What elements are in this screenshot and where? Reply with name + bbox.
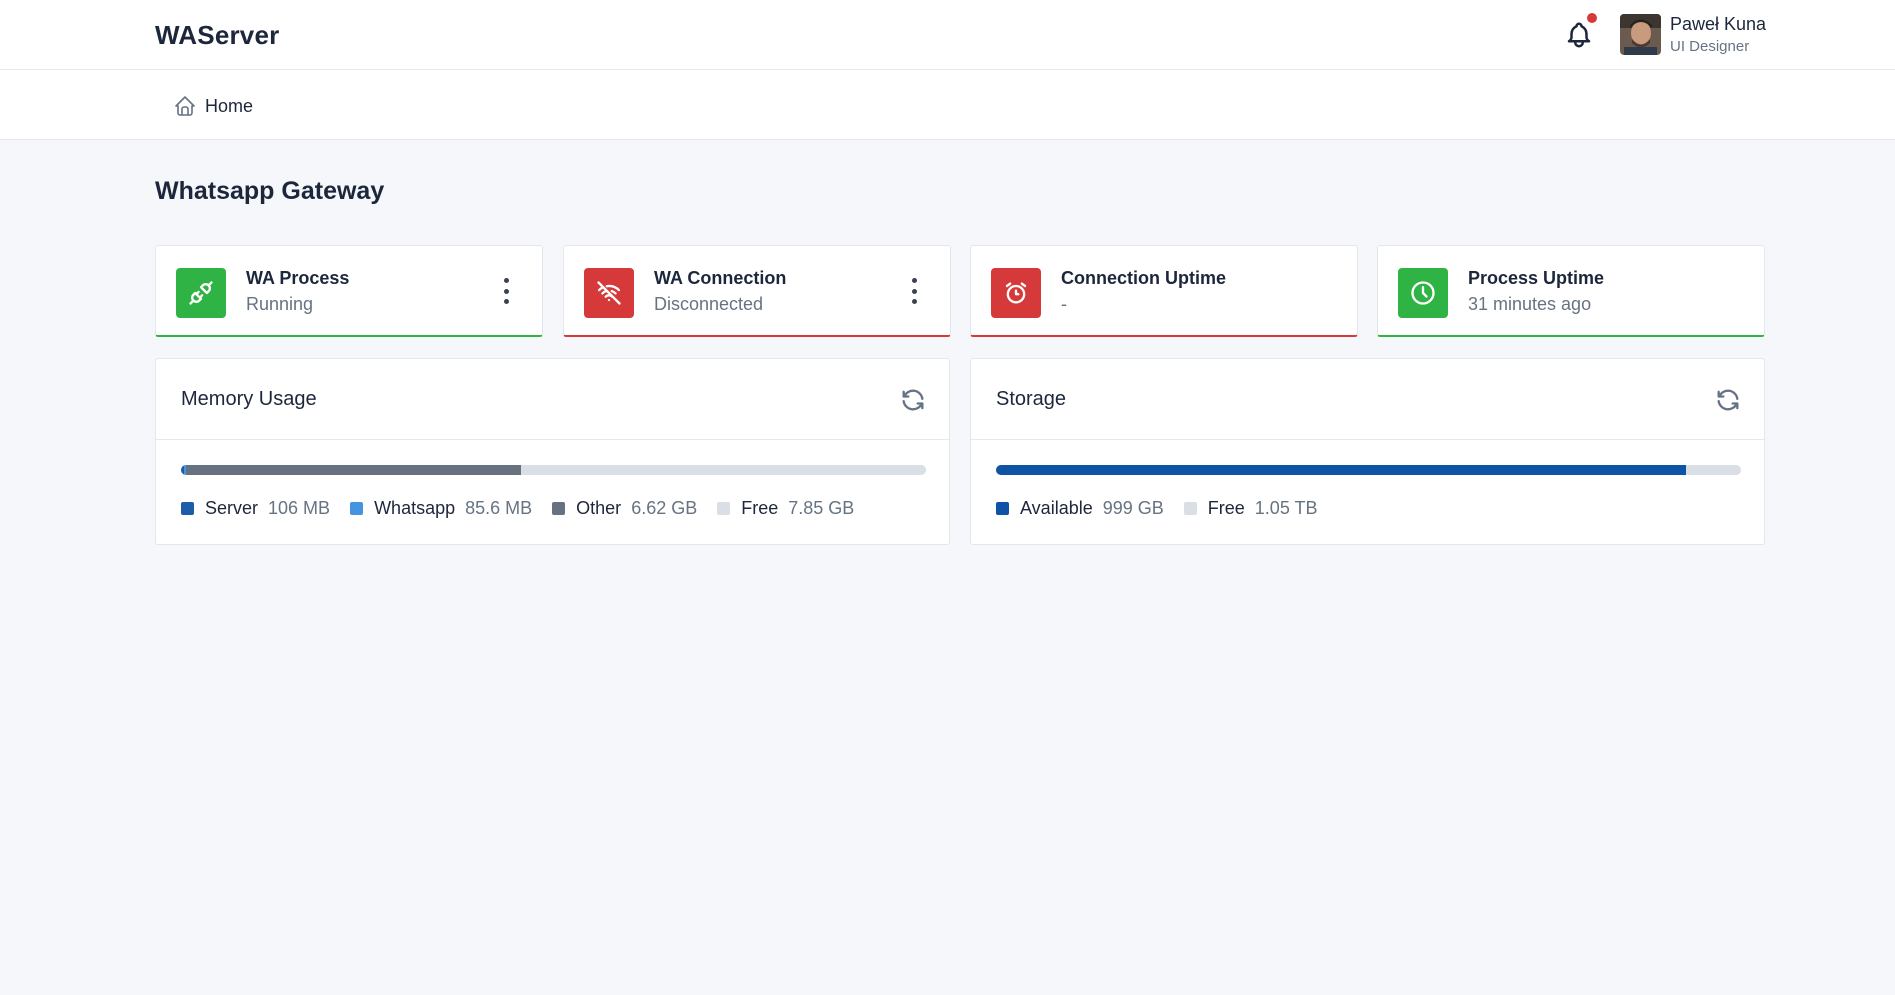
kebab-dot [911, 288, 917, 294]
stat-title: WA Process [246, 268, 350, 288]
user-role: UI Designer [1670, 38, 1750, 55]
storage-legend: Available 999 GB Free 1.05 TB [996, 498, 1338, 519]
storage-card: Storage Available 999 GB Free 1.05 TB [970, 358, 1765, 545]
legend-label: Other [576, 498, 622, 518]
legend-value: 1.05 TB [1254, 498, 1318, 518]
legend-item: Available 999 GB [996, 498, 1164, 519]
legend-item: Server 106 MB [181, 498, 330, 519]
memory-usage-card: Memory Usage Server 106 MB Whatsapp 85.6 MB… [155, 358, 950, 545]
memory-progress-bar [181, 465, 926, 475]
memory-legend: Server 106 MB Whatsapp 85.6 MB Other 6.62 GB F… [181, 498, 874, 519]
legend-label: Available [1020, 498, 1093, 518]
legend-label: Whatsapp [374, 498, 456, 518]
stat-title: Process Uptime [1468, 268, 1605, 288]
refresh-icon [1717, 389, 1739, 411]
legend-value: 106 MB [268, 498, 331, 518]
wifi-off-icon [597, 281, 621, 305]
bell-icon [1567, 22, 1591, 48]
stat-icon-box [1398, 268, 1448, 318]
nav-bar: Home [0, 70, 1895, 140]
legend-swatch [552, 502, 566, 515]
more-options-button[interactable] [500, 278, 512, 304]
progress-segment-free [1685, 465, 1741, 475]
refresh-button[interactable] [1714, 386, 1742, 414]
legend-item: Free 1.05 TB [1183, 498, 1318, 519]
legend-item: Whatsapp 85.6 MB [350, 498, 532, 519]
legend-swatch [1183, 502, 1197, 515]
top-header: WAServer Paweł Kuna UI Designer [0, 0, 1895, 70]
stat-status: 31 minutes ago [1468, 294, 1592, 314]
stat-status: Disconnected [654, 294, 764, 314]
stat-card-wa-connection: WA Connection Disconnected [563, 245, 951, 337]
legend-label: Server [205, 498, 259, 518]
stat-icon-box [176, 268, 226, 318]
legend-swatch [181, 502, 194, 515]
more-options-button[interactable] [908, 278, 920, 304]
nav-item-home-label: Home [205, 95, 254, 116]
user-name[interactable]: Paweł Kuna [1670, 14, 1766, 35]
legend-label: Free [1207, 498, 1245, 518]
legend-swatch [996, 502, 1009, 515]
progress-segment-free [521, 465, 926, 475]
stat-card-wa-process: WA Process Running [155, 245, 543, 337]
storage-progress-bar [996, 465, 1741, 475]
notification-badge [1587, 13, 1597, 23]
stat-card-connection-uptime: Connection Uptime - [970, 245, 1358, 337]
stat-title: Connection Uptime [1061, 268, 1226, 288]
stat-icon-box [584, 268, 634, 318]
alarm-icon [1005, 282, 1027, 304]
card-header: Storage [971, 359, 1764, 440]
legend-item: Free 7.85 GB [717, 498, 854, 519]
refresh-button[interactable] [899, 386, 927, 414]
notifications-button[interactable] [1564, 20, 1594, 50]
card-title: Memory Usage [181, 388, 317, 410]
card-header: Memory Usage [156, 359, 949, 440]
legend-label: Free [741, 498, 779, 518]
kebab-dot [503, 299, 509, 304]
legend-swatch [350, 502, 364, 515]
stat-title: WA Connection [654, 268, 787, 288]
card-title: Storage [996, 388, 1067, 410]
home-icon [175, 96, 195, 116]
plug-icon [189, 281, 213, 305]
kebab-dot [503, 278, 509, 283]
stat-icon-box [991, 268, 1041, 318]
clock-icon [1411, 281, 1435, 305]
avatar[interactable] [1620, 14, 1661, 55]
legend-value: 6.62 GB [631, 498, 698, 518]
kebab-dot [503, 288, 509, 294]
refresh-icon [902, 389, 924, 411]
brand-logo[interactable]: WAServer [155, 20, 279, 51]
stat-status: - [1061, 294, 1067, 314]
kebab-dot [911, 278, 917, 283]
avatar-image [1620, 14, 1661, 55]
legend-item: Other 6.62 GB [552, 498, 697, 519]
kebab-dot [911, 299, 917, 304]
progress-segment-other [185, 465, 522, 475]
legend-value: 7.85 GB [788, 498, 855, 518]
legend-value: 85.6 MB [465, 498, 533, 518]
legend-swatch [717, 502, 731, 515]
stat-card-process-uptime: Process Uptime 31 minutes ago [1377, 245, 1765, 337]
nav-item-home[interactable]: Home [173, 93, 253, 119]
legend-value: 999 GB [1102, 498, 1164, 518]
page-title: Whatsapp Gateway [155, 177, 385, 205]
stat-status: Running [246, 294, 314, 314]
progress-segment-available [996, 465, 1686, 475]
